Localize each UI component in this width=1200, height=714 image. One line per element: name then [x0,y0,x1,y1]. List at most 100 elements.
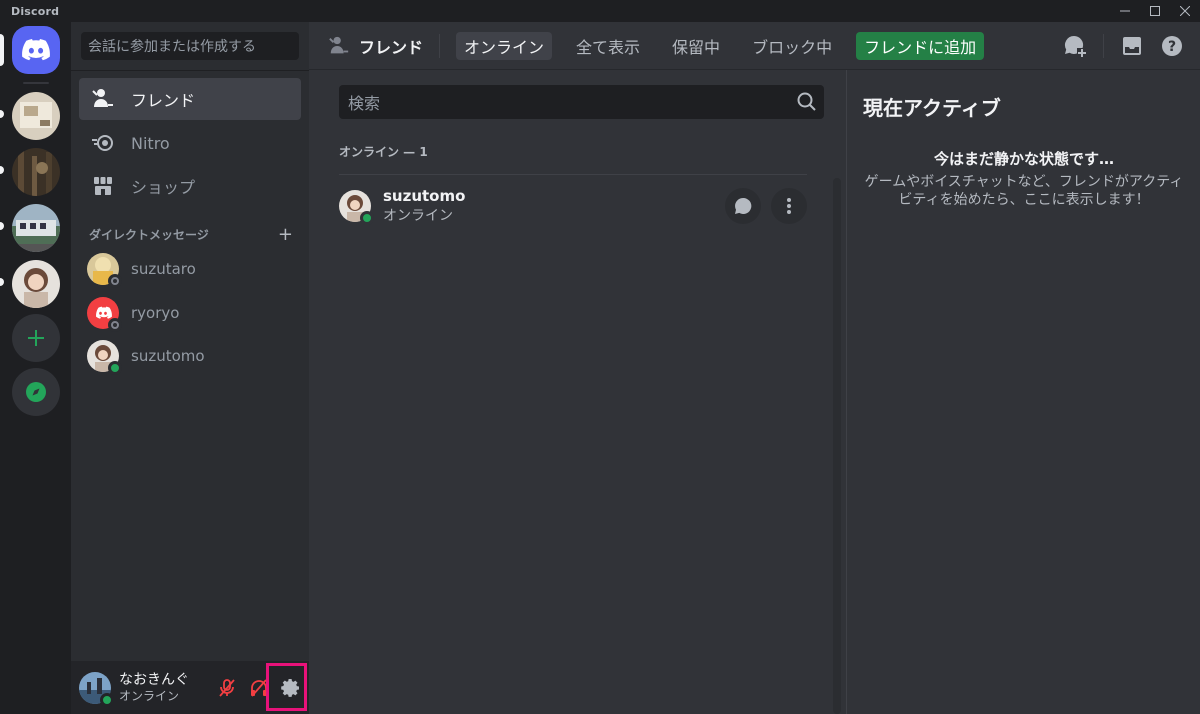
chat-bubble-icon [735,197,752,214]
avatar [87,340,122,375]
conversation-search-button[interactable]: 会話に参加または作成する [81,32,299,60]
dm-item-suzutomo[interactable]: suzutomo [79,335,301,377]
unread-indicator [0,222,4,230]
new-group-dm-button[interactable] [1063,34,1087,58]
home-button[interactable] [12,26,60,74]
explore-button[interactable] [12,368,60,416]
dm-name: suzutomo [131,347,205,365]
friends-list-panel: 検索 オンライン — 1 suzutomo オンライン [309,70,846,714]
rail-separator [23,82,49,84]
shop-icon [87,170,119,202]
more-options-button[interactable] [771,188,807,224]
nav-label: Nitro [131,133,170,153]
unread-indicator [0,278,4,286]
discord-logo-icon [22,39,50,61]
status-indicator [108,318,122,332]
active-now-title: 現在アクティブ [863,96,1001,120]
avatar [87,297,122,332]
server-rail [0,22,71,714]
app-name: Discord [11,4,60,18]
nitro-icon [87,127,119,159]
unread-indicator [0,110,4,118]
message-button[interactable] [725,188,761,224]
window-controls [1110,0,1200,22]
friend-status: オンライン [383,208,453,224]
scrollbar[interactable] [833,178,841,714]
more-vertical-icon [787,198,791,214]
dm-sidebar: 会話に参加または作成する フレンド Nitro ショップ ダイレクトメッセージ … [71,22,309,714]
nav-label: ショップ [131,178,196,197]
status-indicator [100,692,114,707]
add-server-button[interactable] [12,314,60,362]
inbox-button[interactable] [1120,34,1144,58]
server-icon-1[interactable] [12,92,60,140]
friends-icon [327,34,351,58]
nav-item-shop[interactable]: ショップ [79,165,301,207]
help-button[interactable]: ? [1160,34,1184,58]
status-indicator [360,211,374,225]
server-image [12,92,60,140]
dm-section-header: ダイレクトメッセージ + [89,224,293,245]
minimize-icon [1120,10,1130,12]
friend-row[interactable]: suzutomo オンライン [339,175,807,237]
dm-name: ryoryo [131,304,180,322]
help-icon: ? [1162,36,1182,56]
close-button[interactable] [1170,0,1200,22]
tab-blocked[interactable]: ブロック中 [744,32,840,60]
server-icon-3[interactable] [12,204,60,252]
server-image [12,204,60,252]
search-icon [797,92,816,111]
dm-item-ryoryo[interactable]: ryoryo [79,292,301,334]
status-indicator [108,274,122,288]
nav-item-nitro[interactable]: Nitro [79,122,301,164]
dm-name: suzutaro [131,260,196,278]
maximize-button[interactable] [1140,0,1170,22]
tab-online[interactable]: オンライン [456,31,553,60]
mute-button[interactable] [211,672,243,704]
search-placeholder: 検索 [348,94,381,113]
minimize-button[interactable] [1110,0,1140,22]
dm-item-suzutaro[interactable]: suzutaro [79,248,301,290]
inbox-icon [1123,37,1141,55]
user-avatar[interactable] [79,671,114,707]
close-icon [1180,6,1190,16]
user-status: オンライン [119,688,180,703]
row-actions [715,188,807,224]
header-toolbar: ? [1047,22,1184,70]
page-title: フレンド [359,37,424,57]
settings-highlight-box [266,663,307,711]
avatar [87,253,122,288]
new-group-dm-icon [1064,35,1087,58]
dm-header-label: ダイレクトメッセージ [89,227,209,242]
user-name: なおきんぐ [119,671,189,688]
mic-muted-icon [219,678,235,697]
empty-heading: 今はまだ静かな状態です… [933,150,1114,168]
divider [71,70,309,71]
friends-header: フレンド オンライン 全て表示 保留中 ブロック中 フレンドに追加 ? [309,22,1200,70]
friends-icon [87,83,119,115]
friend-search-input[interactable]: 検索 [339,85,824,119]
nav-item-friends[interactable]: フレンド [79,78,301,120]
unread-indicator [0,166,4,174]
compass-icon [26,382,46,402]
empty-text: ゲームやボイスチャットなど、フレンドがアクティビティを始めたら、ここに表示します… [864,174,1184,208]
tab-all[interactable]: 全て表示 [568,32,648,60]
divider [1103,34,1104,58]
active-now-empty-state: 今はまだ静かな状態です… ゲームやボイスチャットなど、フレンドがアクティビティを… [863,148,1185,209]
server-image [12,260,60,308]
add-friend-button[interactable]: フレンドに追加 [856,31,985,60]
active-now-panel: 現在アクティブ 今はまだ静かな状態です… ゲームやボイスチャットなど、フレンドが… [846,70,1200,714]
server-image [12,148,60,196]
nav-label: フレンド [131,91,196,110]
friend-name: suzutomo [383,187,466,205]
user-info[interactable]: なおきんぐ オンライン [119,672,189,704]
selected-indicator [0,34,4,66]
title-bar: Discord [0,0,1200,22]
tab-pending[interactable]: 保留中 [664,32,728,60]
server-icon-2[interactable] [12,148,60,196]
server-icon-4[interactable] [12,260,60,308]
section-title: オンライン — 1 [339,145,428,159]
create-dm-button[interactable]: + [278,224,293,245]
plus-icon [28,330,44,346]
maximize-icon [1150,6,1160,16]
